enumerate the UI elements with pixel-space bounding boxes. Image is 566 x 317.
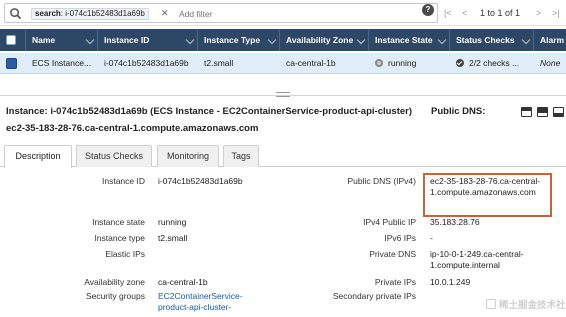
- column-label: Status Checks: [456, 35, 515, 45]
- search-icon: [10, 8, 22, 20]
- secondary-private-ips-label: Secondary private IPs: [332, 291, 416, 301]
- layout-bottom-icon[interactable]: [553, 107, 564, 117]
- search-token-key: search: [35, 9, 61, 18]
- watermark-logo-icon: [486, 299, 496, 309]
- detail-title: Instance: i-074c1b52483d1a69b (ECS Insta…: [6, 106, 412, 117]
- help-icon[interactable]: ?: [422, 4, 434, 16]
- instance-state-text: running: [388, 58, 417, 68]
- instance-id-value: i-074c1b52483d1a69b: [158, 176, 243, 186]
- drag-handle-icon[interactable]: [276, 92, 290, 97]
- security-groups-label: Security groups: [85, 291, 145, 301]
- instance-label: Instance:: [6, 106, 48, 117]
- instance-id-label: Instance ID: [102, 176, 145, 186]
- ipv6-ips-value: -: [430, 233, 433, 243]
- sort-chevron-icon[interactable]: [85, 35, 95, 45]
- column-header-availability-zone[interactable]: Availability Zone: [280, 29, 369, 51]
- checks-passed-icon: [456, 59, 464, 67]
- row-checkbox[interactable]: [6, 58, 17, 69]
- sort-chevron-icon[interactable]: [437, 35, 447, 45]
- last-page-button[interactable]: >|: [552, 6, 560, 20]
- select-all-checkbox[interactable]: [6, 35, 16, 45]
- select-all-cell: [0, 29, 26, 51]
- private-ips-label: Private IPs: [374, 277, 416, 287]
- column-label: Instance State: [375, 35, 433, 45]
- watermark: 稀土掘金技术社区: [486, 297, 566, 311]
- column-header-instance-id[interactable]: Instance ID: [98, 29, 198, 51]
- prev-page-button[interactable]: <: [462, 6, 467, 20]
- availability-zone-label: Availability zone: [84, 277, 145, 287]
- alarm-status-text: None: [540, 58, 561, 68]
- search-token-value: : i-074c1b52483d1a69b: [60, 9, 145, 18]
- public-dns-ipv4-value: ec2-35-183-28-76.ca-central-1.compute.am…: [430, 176, 541, 197]
- column-label: Instance Type: [204, 35, 261, 45]
- column-label: Availability Zone: [286, 35, 354, 45]
- private-dns-label: Private DNS: [369, 249, 416, 259]
- instance-type-label: Instance type: [94, 233, 145, 243]
- page-range-label: 1 to 1 of 1: [480, 8, 521, 18]
- public-dns-header-value: ec2-35-183-28-76.ca-central-1.compute.am…: [6, 123, 259, 134]
- column-header-alarm[interactable]: Alarm: [534, 29, 566, 51]
- column-header-name[interactable]: Name: [26, 29, 98, 51]
- column-label: Instance ID: [104, 35, 150, 45]
- search-filter-box[interactable]: search: i-074c1b52483d1a69b ✕: [4, 3, 438, 23]
- first-page-button[interactable]: |<: [444, 6, 452, 20]
- watermark-text: 稀土掘金技术社区: [499, 300, 566, 311]
- elastic-ips-label: Elastic IPs: [105, 249, 145, 259]
- sort-chevron-icon[interactable]: [521, 35, 531, 45]
- layout-split-icon[interactable]: [537, 107, 548, 117]
- cell-status-checks: 2/2 checks ...: [450, 53, 534, 74]
- status-checks-text: 2/2 checks ...: [469, 58, 520, 68]
- tab-tags[interactable]: Tags: [223, 145, 259, 167]
- sort-chevron-icon[interactable]: [267, 35, 277, 45]
- cell-instance-id: i-074c1b52483d1a69b: [104, 58, 189, 68]
- private-dns-value: ip-10-0-1-249.ca-central-1.compute.inter…: [430, 249, 524, 270]
- ipv4-public-ip-label: IPv4 Public IP: [363, 217, 416, 227]
- instance-state-label: Instance state: [92, 217, 145, 227]
- cell-alarm: None: [534, 53, 566, 74]
- instance-type-value: t2.small: [158, 233, 188, 243]
- sort-chevron-icon[interactable]: [356, 35, 366, 45]
- public-dns-header-label: Public DNS:: [431, 106, 486, 117]
- column-header-status-checks[interactable]: Status Checks: [450, 29, 534, 51]
- ipv4-public-ip-value: 35.183.28.76: [430, 217, 480, 227]
- row-select-cell: [0, 53, 26, 74]
- sort-chevron-icon[interactable]: [185, 35, 195, 45]
- availability-zone-value: ca-central-1b: [158, 277, 208, 287]
- layout-top-icon[interactable]: [521, 107, 532, 117]
- column-label: Alarm: [540, 35, 565, 45]
- tab-monitoring[interactable]: Monitoring: [157, 145, 219, 167]
- cell-instance-type: t2.small: [204, 58, 234, 68]
- tab-status-checks[interactable]: Status Checks: [76, 145, 152, 167]
- add-filter-input[interactable]: [179, 7, 379, 20]
- cell-instance-state: running: [369, 53, 450, 74]
- cell-name[interactable]: ECS Instance...: [26, 53, 98, 74]
- security-group-link[interactable]: EC2ContainerService-product-api-cluster-: [158, 291, 268, 313]
- ipv6-ips-label: IPv6 IPs: [384, 233, 416, 243]
- column-header-instance-type[interactable]: Instance Type: [198, 29, 280, 51]
- cell-availability-zone: ca-central-1b: [286, 58, 336, 68]
- tab-description[interactable]: Description: [4, 145, 72, 168]
- search-filter-token[interactable]: search: i-074c1b52483d1a69b: [31, 8, 149, 20]
- filter-toolbar: search: i-074c1b52483d1a69b ✕ ? |< < 1 t…: [0, 0, 566, 26]
- instance-title-value: i-074c1b52483d1a69b (ECS Instance - EC2C…: [50, 106, 413, 117]
- instance-state-value: running: [158, 217, 187, 227]
- column-header-instance-state[interactable]: Instance State: [369, 29, 450, 51]
- private-ips-value: 10.0.1.249: [430, 277, 471, 287]
- running-state-icon: [375, 59, 383, 67]
- table-row[interactable]: ECS Instance... i-074c1b52483d1a69b t2.s…: [0, 53, 566, 74]
- instances-table-header: Name Instance ID Instance Type Availabil…: [0, 29, 566, 51]
- public-dns-ipv4-label: Public DNS (IPv4): [347, 176, 417, 186]
- column-label: Name: [32, 35, 56, 45]
- next-page-button[interactable]: >: [536, 6, 541, 20]
- token-close-icon[interactable]: ✕: [161, 8, 169, 18]
